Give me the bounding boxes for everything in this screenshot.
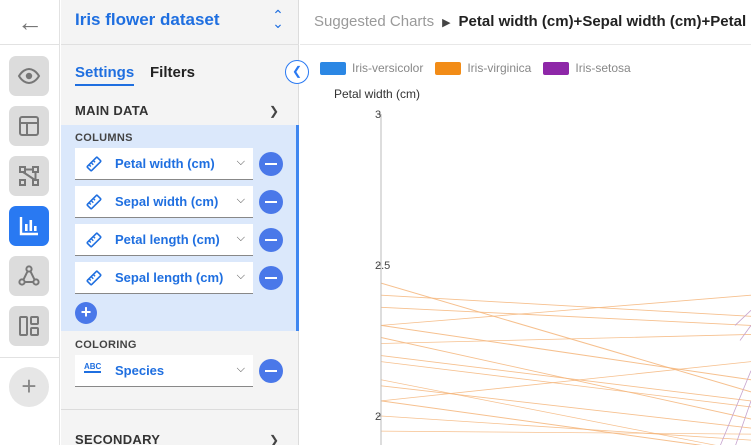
settings-panel: Iris flower dataset ⌃ ⌄ Settings Filters … <box>61 0 299 445</box>
column-field[interactable]: Sepal width (cm) ⌵ <box>75 186 253 218</box>
column-field[interactable]: Petal length (cm) ⌵ <box>75 224 253 256</box>
tab-settings[interactable]: Settings <box>75 64 135 86</box>
series-line-virginica <box>380 361 751 408</box>
dashboard-icon <box>19 316 39 336</box>
series-line-setosa <box>734 310 751 326</box>
series-line-virginica <box>380 324 751 381</box>
coloring-field[interactable]: ABC Species ⌵ <box>75 355 253 387</box>
series-line-virginica <box>380 361 751 402</box>
panel-divider <box>61 409 299 410</box>
numeric-ruler-icon <box>86 270 102 286</box>
numeric-ruler-icon <box>86 232 102 248</box>
tab-filters[interactable]: Filters <box>150 64 195 81</box>
arrow-left-icon[interactable]: ← <box>14 9 46 35</box>
coloring-label: COLORING <box>75 339 137 351</box>
dataset-switch-icon[interactable]: ⌃ ⌄ <box>271 8 285 30</box>
workflow-icon <box>19 166 39 186</box>
remove-column-button[interactable] <box>259 228 283 252</box>
numeric-ruler-icon <box>86 156 102 172</box>
remove-column-button[interactable] <box>259 190 283 214</box>
rail-button-preview[interactable] <box>9 56 49 96</box>
rail-divider <box>0 44 60 45</box>
series-line-virginica <box>380 400 703 445</box>
column-field[interactable]: Sepal length (cm) ⌵ <box>75 262 253 294</box>
series-line-virginica <box>380 415 751 441</box>
numeric-ruler-icon <box>86 194 102 210</box>
columns-label: COLUMNS <box>75 132 133 144</box>
chevron-down-icon[interactable]: ⌵ <box>237 232 245 245</box>
app-root: ← + Iris flower dataset ⌃ ⌄ Settings Filt… <box>0 0 751 445</box>
chevron-down-icon[interactable]: ❯ <box>269 104 279 118</box>
coloring-field-label: Species <box>115 363 165 378</box>
chevron-down-icon[interactable]: ⌵ <box>237 270 245 283</box>
rail-divider <box>0 357 60 358</box>
chevron-down-icon[interactable]: ⌵ <box>237 363 245 376</box>
text-abc-icon: ABC <box>84 362 102 373</box>
column-field-label: Petal length (cm) <box>115 232 220 247</box>
tick-label: 2 <box>375 411 381 423</box>
remove-column-button[interactable] <box>259 152 283 176</box>
axis-title: Petal width (cm) <box>334 87 420 101</box>
rail-button-layout[interactable] <box>9 106 49 146</box>
remove-coloring-button[interactable] <box>259 359 283 383</box>
series-line-virginica <box>380 430 751 435</box>
series-line-setosa <box>735 400 751 445</box>
add-column-button[interactable]: + <box>75 302 97 324</box>
tick-label: 2.5 <box>375 260 390 272</box>
chevron-down-icon[interactable]: ❯ <box>269 433 279 445</box>
bar-chart-icon <box>19 217 38 236</box>
column-field-label: Petal width (cm) <box>115 156 215 171</box>
left-rail: ← + <box>0 0 60 445</box>
column-field-label: Sepal width (cm) <box>115 194 219 209</box>
parallel-coordinates-chart: Petal width (cm) 3 2.5 2 <box>334 87 751 445</box>
rail-button-dashboard[interactable] <box>9 306 49 346</box>
series-line-virginica <box>380 379 716 445</box>
remove-column-button[interactable] <box>259 266 283 290</box>
eye-icon <box>17 67 41 85</box>
column-field-label: Sepal length (cm) <box>115 270 224 285</box>
network-icon <box>18 265 40 286</box>
series-line-virginica <box>380 294 751 317</box>
rail-button-network[interactable] <box>9 256 49 296</box>
main-data-title[interactable]: MAIN DATA <box>75 103 149 118</box>
rail-button-workflow[interactable] <box>9 156 49 196</box>
plus-icon[interactable]: + <box>9 367 49 407</box>
panel-header-divider <box>61 44 299 45</box>
series-line-virginica <box>380 334 751 344</box>
collapse-panel-button[interactable]: ❮ <box>285 60 309 84</box>
chevron-down-icon[interactable]: ⌵ <box>237 194 245 207</box>
series-line-setosa <box>739 325 751 341</box>
secondary-title[interactable]: SECONDARY <box>75 432 160 445</box>
layout-icon <box>19 116 39 136</box>
chart-area: Suggested Charts ▶ Petal width (cm)+Sepal … <box>300 0 751 445</box>
chevron-down-icon[interactable]: ⌵ <box>237 156 245 169</box>
rail-button-charts[interactable] <box>9 206 49 246</box>
dataset-title[interactable]: Iris flower dataset <box>75 10 220 30</box>
tick-label: 3 <box>375 109 381 121</box>
column-field[interactable]: Petal width (cm) ⌵ <box>75 148 253 180</box>
